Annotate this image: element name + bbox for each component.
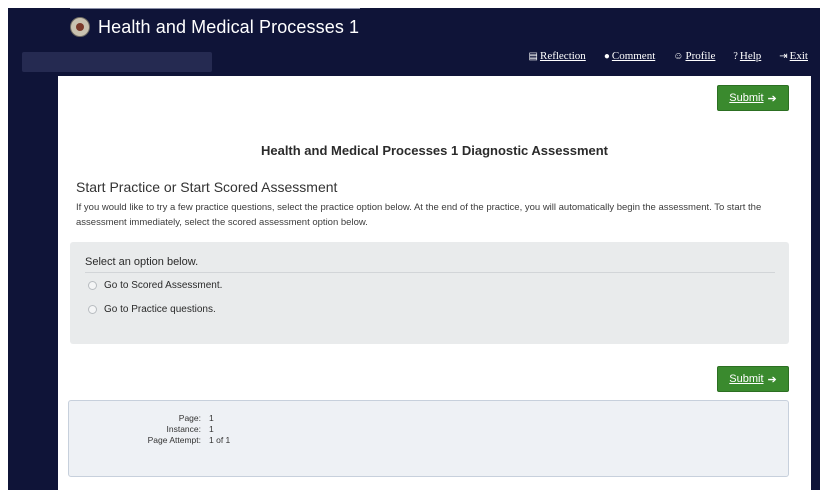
seal-logo-icon: [70, 17, 90, 37]
help-icon: ?: [733, 50, 738, 62]
intro-text: If you would like to try a few practice …: [76, 202, 762, 228]
arrow-right-icon: ➔: [767, 92, 777, 105]
info-key: Page Attempt:: [147, 435, 201, 445]
folder-icon: ▤: [528, 50, 538, 62]
option-label: Go to Practice questions.: [104, 304, 216, 315]
user-icon: ☺: [673, 50, 684, 62]
app-window: Health and Medical Processes 1 ▤ Reflect…: [8, 8, 820, 490]
top-nav: ▤ Reflection ● Comment ☺ Profile ? Help …: [529, 50, 808, 62]
submit-button-bottom[interactable]: Submit ➔: [717, 366, 789, 392]
section-title: Start Practice or Start Scored Assessmen…: [76, 179, 338, 195]
option-label: Go to Scored Assessment.: [104, 280, 223, 291]
submit-label: Submit: [729, 373, 764, 385]
nav-comment-label: Comment: [611, 50, 656, 62]
nav-profile[interactable]: ☺ Profile: [673, 50, 715, 62]
options-box: Select an option below. Go to Scored Ass…: [70, 242, 789, 344]
info-value: 1: [209, 413, 214, 423]
submit-button-top[interactable]: Submit ➔: [717, 85, 789, 111]
app-title: Health and Medical Processes 1: [98, 16, 360, 37]
info-value: 1 of 1: [209, 435, 231, 445]
user-info-bar: [22, 52, 212, 72]
title-bar: Health and Medical Processes 1: [70, 8, 359, 46]
nav-exit-label: Exit: [789, 50, 808, 62]
exit-icon: ⇥: [779, 50, 788, 62]
nav-help[interactable]: ? Help: [733, 50, 761, 62]
info-key: Page:: [178, 413, 201, 423]
arrow-right-icon: ➔: [767, 373, 777, 386]
nav-reflection[interactable]: ▤ Reflection: [529, 50, 586, 62]
comment-icon: ●: [603, 50, 610, 62]
nav-reflection-label: Reflection: [539, 50, 586, 62]
option-scored-assessment[interactable]: Go to Scored Assessment.: [88, 280, 222, 291]
radio-button[interactable]: [88, 281, 97, 290]
option-practice-questions[interactable]: Go to Practice questions.: [88, 304, 216, 315]
info-row-attempt: Page Attempt: 1 of 1: [69, 435, 231, 445]
radio-button[interactable]: [88, 305, 97, 314]
nav-exit[interactable]: ⇥ Exit: [779, 50, 808, 62]
info-row-page: Page: 1: [69, 413, 214, 423]
nav-profile-label: Profile: [685, 50, 716, 62]
info-key: Instance:: [166, 424, 202, 434]
content-panel: Submit ➔ Health and Medical Processes 1 …: [58, 76, 811, 490]
info-row-instance: Instance: 1: [69, 424, 214, 434]
nav-help-label: Help: [739, 50, 762, 62]
nav-comment[interactable]: ● Comment: [604, 50, 655, 62]
options-divider: [85, 272, 775, 273]
assessment-title: Health and Medical Processes 1 Diagnosti…: [260, 143, 609, 158]
page-info-box: Page: 1 Instance: 1 Page Attempt: 1 of 1: [68, 400, 789, 477]
options-label: Select an option below.: [85, 256, 199, 268]
submit-label: Submit: [729, 92, 764, 104]
info-value: 1: [209, 424, 214, 434]
